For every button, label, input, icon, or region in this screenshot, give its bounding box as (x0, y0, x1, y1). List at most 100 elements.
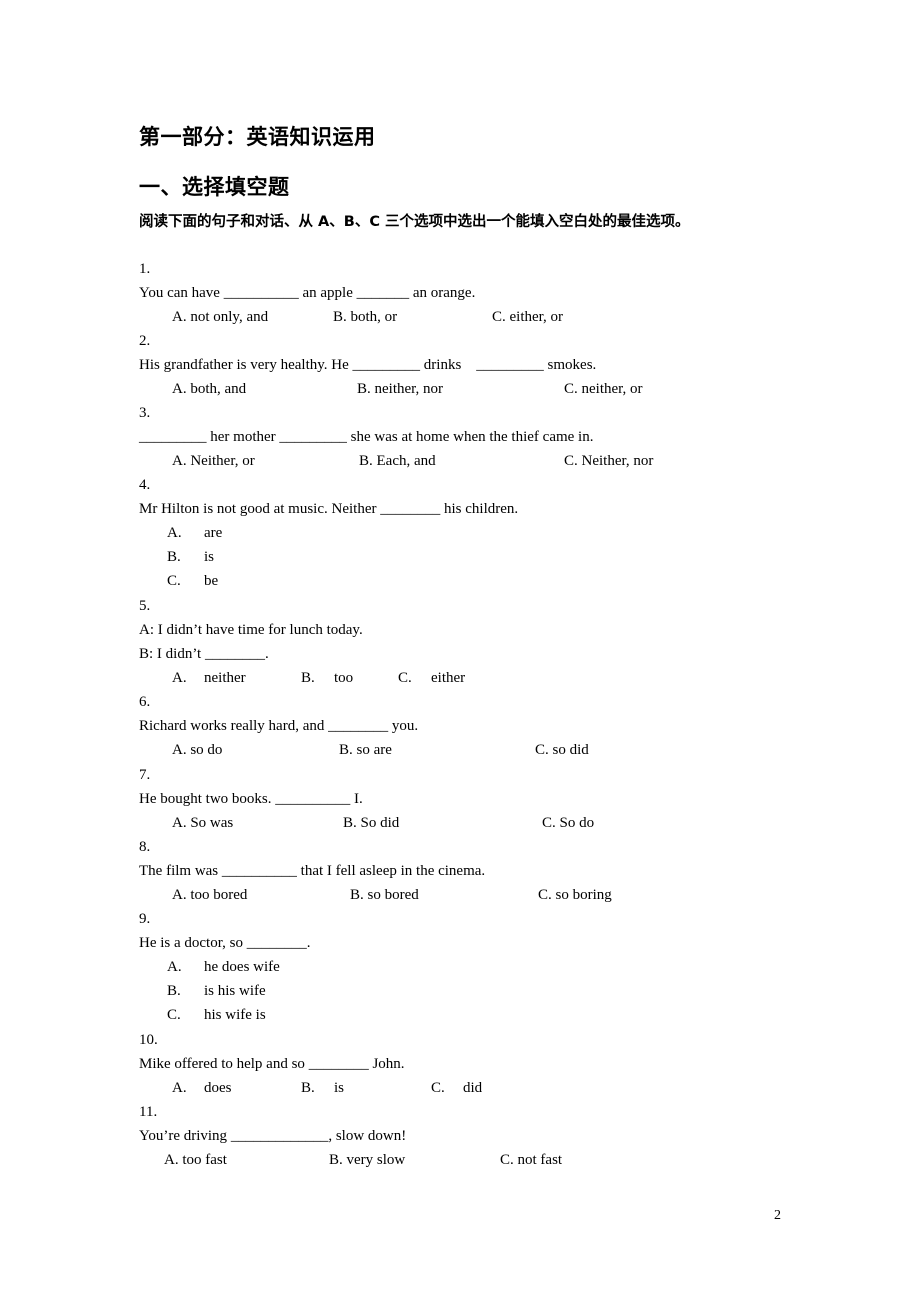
option-a: A. too bored (172, 887, 248, 903)
option-a-letter: A. (172, 670, 187, 686)
option-a: he does wife (204, 959, 280, 975)
stem-text: Mr Hilton is not good at music. Neither (139, 501, 381, 517)
question-number: 2. (139, 333, 151, 349)
dialogue-line-b: B: I didn’t ________. (139, 646, 269, 662)
option-a: A. so do (172, 742, 223, 758)
option-c: C. Neither, nor (564, 453, 654, 469)
option-c-letter: C. (167, 573, 181, 589)
option-b-letter: B. (167, 983, 181, 999)
answer-blank: _______ (356, 285, 410, 301)
stem-text: smokes. (543, 357, 597, 373)
question-stem: You’re driving _____________, slow down! (139, 1126, 406, 1146)
answer-blank: __________ (223, 285, 299, 301)
option-c: C. either, or (492, 309, 564, 325)
option-c: C. So do (542, 815, 595, 831)
option-b-letter: B. (301, 670, 315, 686)
question-number: 3. (139, 405, 151, 421)
question-number: 5. (139, 598, 151, 614)
question-stem: His grandfather is very healthy. He ____… (139, 355, 596, 375)
question-number: 1. (139, 261, 151, 277)
stem-text: you. (388, 718, 419, 734)
option-b: B. very slow (329, 1152, 406, 1168)
option-c: C. neither, or (564, 381, 643, 397)
stem-text: she was at home when the thief came in. (346, 429, 594, 445)
stem-text: You’re driving (139, 1128, 231, 1144)
section-title: 一、选择填空题 (139, 175, 290, 199)
option-b: is (334, 1080, 345, 1096)
option-b: is his wife (204, 983, 266, 999)
stem-text: Richard works really hard, and (139, 718, 329, 734)
option-b: B. so are (339, 742, 392, 758)
option-c: either (431, 670, 466, 686)
question-number: 8. (139, 839, 151, 855)
answer-blank: _________ (352, 357, 421, 373)
stem-text: Mike offered to help and so (139, 1056, 309, 1072)
question-stem: Richard works really hard, and ________ … (139, 716, 418, 736)
question-stem: He is a doctor, so ________. (139, 933, 310, 953)
question-number: 11. (139, 1104, 158, 1120)
stem-text: her mother (206, 429, 280, 445)
option-c: C. so did (535, 742, 589, 758)
option-a: are (204, 525, 223, 541)
answer-blank: __________ (221, 863, 297, 879)
option-b: is (204, 549, 215, 565)
answer-blank: _________ (279, 429, 347, 445)
stem-text: an orange. (409, 285, 476, 301)
option-a: A. not only, and (172, 309, 269, 325)
stem-text: His grandfather is very healthy. He (139, 357, 353, 373)
option-a-letter: A. (167, 959, 182, 975)
option-a: neither (204, 670, 246, 686)
question-stem: Mike offered to help and so ________ Joh… (139, 1054, 405, 1074)
option-a: A. both, and (172, 381, 247, 397)
answer-blank: _____________ (230, 1128, 329, 1144)
page-number: 2 (774, 1208, 781, 1223)
answer-blank: ________ (246, 935, 307, 951)
stem-text: an apple (298, 285, 357, 301)
option-c-letter: C. (167, 1007, 181, 1023)
answer-blank: ________ (308, 1056, 369, 1072)
option-a: A. Neither, or (172, 453, 255, 469)
option-a: A. too fast (164, 1152, 227, 1168)
option-a-letter: A. (172, 1080, 187, 1096)
option-b: B. Each, and (359, 453, 436, 469)
option-b: B. both, or (333, 309, 398, 325)
question-stem: You can have __________ an apple _______… (139, 283, 475, 303)
option-c: C. so boring (538, 887, 612, 903)
question-number: 4. (139, 477, 151, 493)
answer-blank: _________ (139, 429, 207, 445)
option-a: A. So was (172, 815, 234, 831)
question-stem: He bought two books. __________ I. (139, 789, 363, 809)
option-a: does (204, 1080, 232, 1096)
dialogue-line-a: A: I didn’t have time for lunch today. (139, 622, 363, 638)
question-number: 7. (139, 767, 151, 783)
option-b-letter: B. (167, 549, 181, 565)
question-number: 10. (139, 1032, 158, 1048)
option-b-letter: B. (301, 1080, 315, 1096)
answer-blank: ________ (380, 501, 441, 517)
question-stem: _________ her mother _________ she was a… (139, 427, 593, 447)
question-number: 6. (139, 694, 151, 710)
option-c: be (204, 573, 219, 589)
option-c-letter: C. (431, 1080, 445, 1096)
answer-blank: ________ (328, 718, 389, 734)
option-c: C. not fast (500, 1152, 563, 1168)
answer-blank: __________ (275, 791, 351, 807)
stem-text: I. (350, 791, 363, 807)
option-b: B. neither, nor (357, 381, 444, 397)
question-stem: Mr Hilton is not good at music. Neither … (139, 499, 518, 519)
option-a-letter: A. (167, 525, 182, 541)
option-c: his wife is (204, 1007, 266, 1023)
stem-text: his children. (440, 501, 519, 517)
stem-text: He is a doctor, so (139, 935, 247, 951)
stem-text: , slow down! (328, 1128, 407, 1144)
option-c: did (463, 1080, 483, 1096)
stem-text: that I fell asleep in the cinema. (296, 863, 486, 879)
part-title: 第一部分：英语知识运用 (139, 125, 376, 149)
stem-text: John. (368, 1056, 405, 1072)
stem-text: You can have (139, 285, 224, 301)
option-b: B. So did (343, 815, 400, 831)
stem-text: The film was (139, 863, 222, 879)
question-number: 9. (139, 911, 151, 927)
stem-text: drinks (420, 357, 477, 373)
question-stem: The film was __________ that I fell asle… (139, 861, 485, 881)
